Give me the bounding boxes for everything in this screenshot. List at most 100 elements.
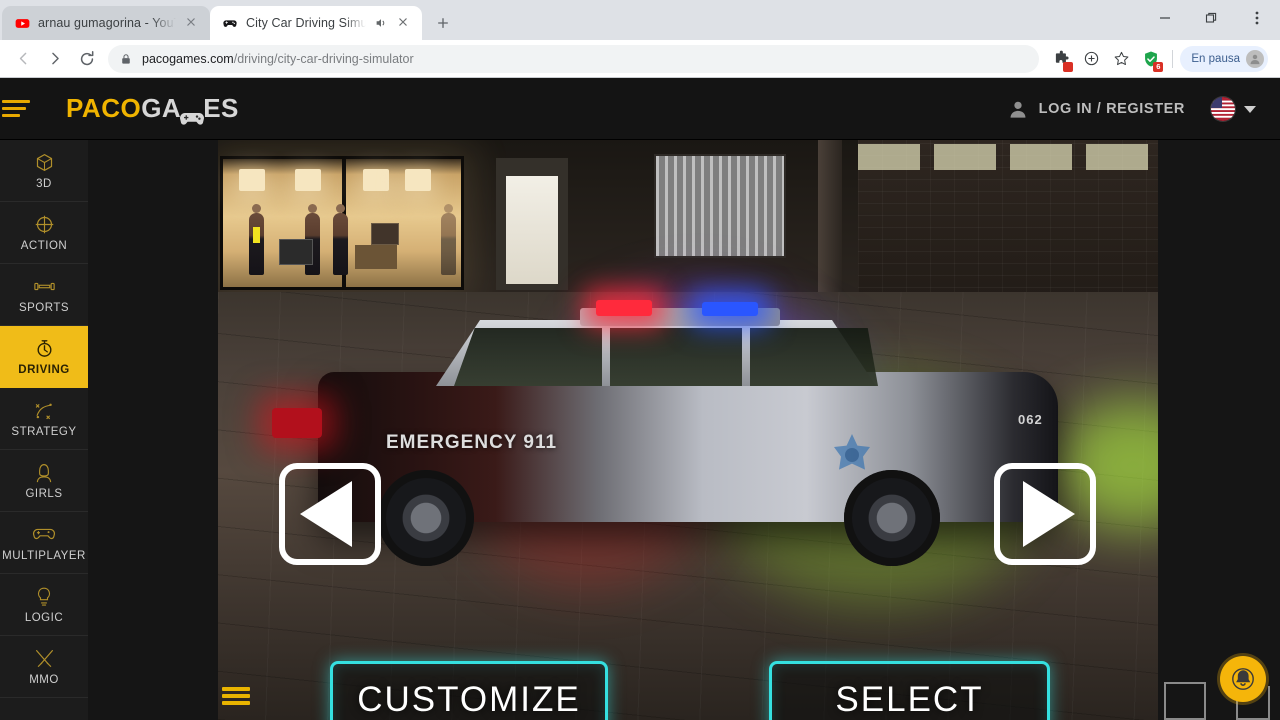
sidebar-item-label: MULTIPLAYER: [2, 550, 86, 562]
sidebar-item-label: DRIVING: [18, 364, 70, 376]
restore-icon[interactable]: [1188, 0, 1234, 36]
car-unit-number: 062: [1018, 412, 1043, 427]
browser-tab-pacogames[interactable]: City Car Driving Simulator | P: [210, 6, 422, 40]
game-canvas[interactable]: EMERGENCY 911 062 CUSTOMIZE SELECT: [218, 140, 1158, 720]
blue-light: [702, 302, 758, 316]
sidebar-item-sports[interactable]: SPORTS: [0, 264, 88, 326]
forward-arrow-icon[interactable]: [40, 44, 70, 74]
select-button[interactable]: SELECT: [769, 661, 1050, 720]
building-doorway: [496, 158, 568, 290]
youtube-icon: [14, 15, 30, 31]
right-triangle-icon: [1023, 481, 1075, 547]
bell-icon: [1231, 667, 1255, 691]
prev-vehicle-button[interactable]: [279, 463, 381, 565]
bookmark-star-icon[interactable]: [1107, 45, 1135, 73]
sidebar-item-label: STRATEGY: [11, 426, 77, 438]
toolbar-divider: [1172, 49, 1174, 68]
red-light: [596, 300, 652, 316]
gamepad-icon: [222, 15, 238, 31]
new-tab-button[interactable]: [429, 9, 457, 37]
url-domain: pacogames.com: [142, 51, 234, 66]
window-controls: [1142, 0, 1280, 36]
shield-icon[interactable]: 6: [1137, 45, 1165, 73]
browser-window: arnau gumagorina - YouTube City Car Driv…: [0, 0, 1280, 720]
close-icon[interactable]: [184, 15, 200, 31]
hamburger-menu-icon[interactable]: [0, 100, 46, 117]
sidebar-item-driving[interactable]: DRIVING: [0, 326, 88, 388]
profile-chip[interactable]: En pausa: [1180, 45, 1268, 72]
minimize-icon[interactable]: [1142, 0, 1188, 36]
sidebar-item-logic[interactable]: LOGIC: [0, 574, 88, 636]
wall-pillar: [818, 140, 842, 296]
upper-windows: [858, 144, 1148, 170]
cube-icon: [34, 151, 55, 173]
customize-button-label: CUSTOMIZE: [357, 680, 581, 719]
back-arrow-icon[interactable]: [8, 44, 38, 74]
kebab-menu-icon[interactable]: [1234, 0, 1280, 36]
logo-es: ES: [203, 93, 239, 123]
browser-toolbar: pacogames.com/driving/city-car-driving-s…: [0, 40, 1280, 78]
game-scene: EMERGENCY 911 062 CUSTOMIZE SELECT: [218, 140, 1158, 720]
speaker-icon[interactable]: [374, 16, 388, 30]
header-right: LOG IN / REGISTER: [1008, 78, 1256, 140]
sidebar-item-girls[interactable]: GIRLS: [0, 450, 88, 512]
url-path: /driving/city-car-driving-simulator: [233, 51, 414, 66]
customize-button[interactable]: CUSTOMIZE: [330, 661, 608, 720]
reload-icon[interactable]: [72, 44, 102, 74]
tactics-icon: [33, 399, 55, 421]
next-vehicle-button[interactable]: [994, 463, 1096, 565]
install-app-icon[interactable]: [1077, 45, 1105, 73]
sidebar-item-strategy[interactable]: STRATEGY: [0, 388, 88, 450]
address-bar[interactable]: pacogames.com/driving/city-car-driving-s…: [108, 44, 1040, 73]
emergency-decal: EMERGENCY 911: [386, 432, 558, 453]
toolbar-actions: 6 En pausa: [1047, 45, 1272, 73]
swords-icon: [34, 647, 55, 669]
page-content: PACO GA ES LOG IN / REGISTER 3D ACTION S…: [0, 78, 1280, 720]
game-menu-icon[interactable]: [222, 687, 250, 708]
gamepad-icon: [179, 103, 205, 125]
extensions-icon[interactable]: [1047, 45, 1075, 73]
sidebar-item-multiplayer[interactable]: MULTIPLAYER: [0, 512, 88, 574]
car-window: [610, 328, 742, 386]
sidebar-item-label: MMO: [29, 674, 59, 686]
tab-title: City Car Driving Simulator | P: [246, 16, 366, 30]
lock-icon: [120, 53, 132, 65]
left-triangle-icon: [300, 481, 352, 547]
close-icon[interactable]: [396, 15, 412, 31]
dumbbell-icon: [33, 275, 56, 297]
car-wheel: [844, 470, 940, 566]
lightbulb-icon: [34, 585, 54, 607]
metal-grate: [654, 154, 786, 258]
language-selector[interactable]: [1211, 97, 1256, 121]
site-logo[interactable]: PACO GA ES: [66, 93, 239, 125]
placeholder-box: [1164, 682, 1206, 720]
sidebar-item-3d[interactable]: 3D: [0, 140, 88, 202]
sidebar-item-action[interactable]: ACTION: [0, 202, 88, 264]
car-wheel: [378, 470, 474, 566]
address-bar-url: pacogames.com/driving/city-car-driving-s…: [142, 52, 414, 66]
shop-window: [220, 156, 464, 290]
profile-label: En pausa: [1191, 52, 1240, 65]
girl-icon: [34, 461, 54, 483]
select-button-label: SELECT: [835, 680, 984, 719]
sidebar-item-label: SPORTS: [18, 302, 70, 314]
multiplayer-icon: [32, 523, 56, 545]
avatar-icon: [1246, 49, 1264, 68]
user-icon: [1008, 99, 1028, 119]
car-window: [454, 328, 602, 386]
sidebar-item-label: LOGIC: [24, 612, 64, 624]
login-register-button[interactable]: LOG IN / REGISTER: [1008, 99, 1185, 119]
login-register-label: LOG IN / REGISTER: [1038, 101, 1185, 117]
tab-strip: arnau gumagorina - YouTube City Car Driv…: [0, 0, 1280, 40]
chevron-down-icon[interactable]: [1244, 105, 1256, 113]
browser-tab-youtube[interactable]: arnau gumagorina - YouTube: [2, 6, 210, 40]
sidebar-item-label: 3D: [36, 178, 52, 190]
sidebar-item-mmo[interactable]: MMO: [0, 636, 88, 698]
sidebar-item-label: GIRLS: [25, 488, 63, 500]
logo-ga: GA: [141, 93, 182, 123]
tail-light: [272, 408, 322, 438]
notification-bell-button[interactable]: [1220, 656, 1266, 702]
crosshair-icon: [34, 213, 55, 235]
us-flag-icon: [1211, 97, 1235, 121]
sidebar-item-label: ACTION: [20, 240, 68, 252]
